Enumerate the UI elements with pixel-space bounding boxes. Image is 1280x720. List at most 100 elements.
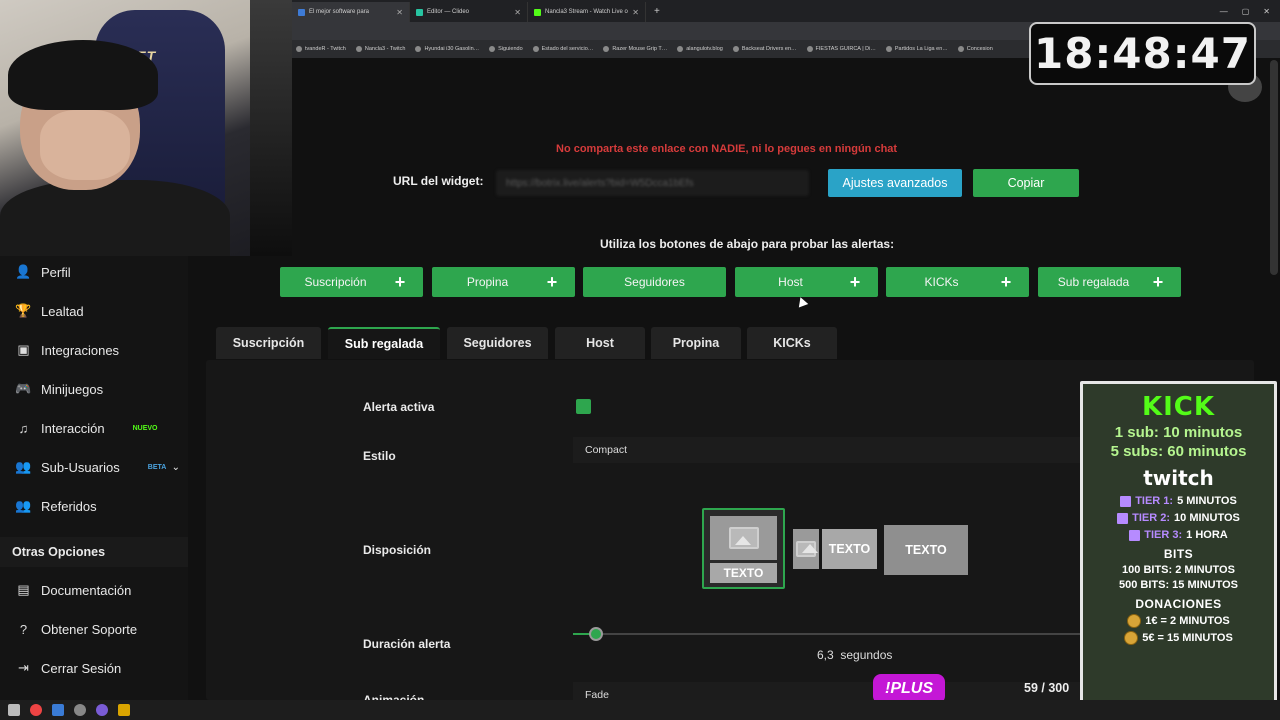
sidebar-item-documentacion[interactable]: ▤ Documentación	[0, 575, 188, 605]
donation-row: 5€ = 15 MINUTOS	[1083, 631, 1274, 645]
tab-gift-sub[interactable]: Sub regalada	[328, 327, 440, 359]
app-icon[interactable]	[118, 704, 130, 716]
tab-kicks[interactable]: KICKs	[747, 327, 837, 359]
test-followers-button[interactable]: Seguidores	[583, 267, 726, 297]
tab-label: El mejor software para	[309, 9, 370, 15]
layout-option-side[interactable]: TEXTO	[793, 529, 877, 569]
button-label: Propina	[466, 275, 509, 289]
shirt	[0, 180, 230, 256]
button-label: Host	[778, 275, 803, 289]
copy-button[interactable]: Copiar	[973, 169, 1079, 197]
bookmark[interactable]: Partidos La Liga en…	[885, 46, 948, 52]
plus-icon: +	[546, 271, 558, 292]
close-icon[interactable]: ✕	[514, 8, 521, 17]
duration-slider-handle[interactable]	[589, 627, 603, 641]
test-gift-sub-button[interactable]: Sub regalada +	[1038, 267, 1181, 297]
donation-row: 1€ = 2 MINUTOS	[1083, 614, 1274, 628]
sidebar-item-cerrar-sesion[interactable]: ⇥ Cerrar Sesión	[0, 653, 188, 683]
tier-name: TIER 3:	[1144, 529, 1183, 541]
tab-tip[interactable]: Propina	[651, 327, 741, 359]
bookmark[interactable]: Siguiendo	[489, 46, 523, 52]
bits-title: BITS	[1163, 547, 1194, 561]
layout-option-stacked[interactable]: TEXTO	[702, 508, 785, 589]
music-icon: ♫	[18, 420, 29, 436]
sidebar-item-soporte[interactable]: ? Obtener Soporte	[0, 614, 188, 644]
tier-value: 5 MINUTOS	[1177, 495, 1237, 507]
browser-tab-1[interactable]: El mejor software para ✕	[292, 2, 410, 22]
sub-counter: 59 / 300	[1024, 681, 1070, 695]
trophy-icon: 🏆	[15, 303, 32, 318]
duration-value: 6,3	[817, 648, 834, 662]
bookmark[interactable]: Estado del servicio…	[532, 46, 593, 52]
sidebar-item-lealtad[interactable]: 🏆 Lealtad	[0, 296, 188, 326]
tier-row: TIER 2: 10 MINUTOS	[1083, 512, 1274, 524]
layout-option-overlay[interactable]: TEXTO	[884, 525, 968, 575]
advanced-settings-button[interactable]: Ajustes avanzados	[828, 169, 962, 197]
tab-subscription[interactable]: Suscripción	[216, 327, 321, 359]
scrollbar[interactable]	[1270, 60, 1278, 275]
browser-tab-2[interactable]: Editor — Clideo ✕	[410, 2, 528, 22]
bookmark[interactable]: FIESTAS GUIRCA | Di…	[806, 46, 876, 52]
warning-text: No comparta este enlace con NADIE, ni lo…	[556, 143, 898, 155]
app-icon[interactable]	[96, 704, 108, 716]
kick-logo: KICK	[1141, 392, 1216, 422]
stream-clock: 18:48:47	[1029, 22, 1256, 85]
new-tab-icon[interactable]: +	[646, 6, 668, 17]
mic-arm	[250, 0, 292, 256]
sidebar-item-referidos[interactable]: 👥 Referidos	[0, 491, 188, 521]
bookmark[interactable]: Hyundai i30 Gasolin…	[415, 46, 479, 52]
window-controls: — ▢ ✕	[1220, 7, 1280, 16]
user-icon: 👤	[15, 264, 32, 279]
duration-slider-track[interactable]	[573, 633, 1083, 635]
bookmark[interactable]: Nancla3 - Twitch	[355, 46, 405, 52]
sidebar-item-perfil[interactable]: 👤 Perfil	[0, 257, 188, 287]
bookmark[interactable]: Backseat Drivers en…	[732, 46, 797, 52]
tab-host[interactable]: Host	[555, 327, 645, 359]
book-icon: ▤	[17, 582, 30, 597]
sidebar-item-integraciones[interactable]: ▣ Integraciones	[0, 335, 188, 365]
image-icon	[710, 516, 777, 560]
bookmark[interactable]: tvandeR - Twitch	[296, 46, 346, 52]
close-icon[interactable]: ✕	[396, 8, 403, 17]
test-subscription-button[interactable]: Suscripción +	[280, 267, 423, 297]
widget-url-field[interactable]: https://botrix.live/alerts?bid=W5Dcca1bE…	[496, 170, 809, 196]
duration-readout: 6,3 segundos	[817, 648, 892, 662]
style-select[interactable]: Compact	[573, 437, 1083, 463]
tier-name: TIER 1:	[1135, 495, 1174, 507]
close-window-icon[interactable]: ✕	[1263, 7, 1270, 16]
browser-tab-3[interactable]: Nancla3 Stream - Watch Live o ✕	[528, 2, 646, 22]
bookmark[interactable]: Razer Mouse Grip T…	[603, 46, 667, 52]
obs-icon[interactable]	[74, 704, 86, 716]
close-icon[interactable]: ✕	[632, 8, 639, 17]
twitch-glitch-icon	[1120, 495, 1132, 507]
test-host-button[interactable]: Host +	[735, 267, 878, 297]
minimize-icon[interactable]: —	[1220, 7, 1228, 16]
sidebar-item-label: Referidos	[41, 498, 97, 514]
layout-text: TEXTO	[710, 563, 777, 583]
test-tip-button[interactable]: Propina +	[432, 267, 575, 297]
alert-active-checkbox[interactable]	[576, 399, 591, 414]
maximize-icon[interactable]: ▢	[1242, 7, 1250, 16]
sidebar-item-label: Sub-Usuarios	[41, 459, 120, 475]
test-kicks-button[interactable]: KICKs +	[886, 267, 1029, 297]
bookmark[interactable]: alangulotv.blog	[677, 46, 723, 52]
group-icon: 👥	[15, 498, 32, 513]
sidebar-item-interaccion[interactable]: ♫ Interacción NUEVO	[0, 413, 188, 443]
twitch-logo: twitch	[1143, 466, 1214, 490]
tier-value: 1 HORA	[1186, 529, 1228, 541]
bits-row: 100 BITS: 2 MINUTOS	[1122, 564, 1235, 576]
steam-icon[interactable]	[52, 704, 64, 716]
beta-badge: BETA	[147, 463, 167, 471]
chevron-down-icon[interactable]: ⌄	[172, 462, 180, 473]
plus-icon: +	[1152, 271, 1164, 292]
sidebar-item-minijuegos[interactable]: 🎮 Minijuegos	[0, 374, 188, 404]
start-icon[interactable]	[8, 704, 20, 716]
sidebar-item-sub-usuarios[interactable]: 👥 Sub-Usuarios BETA ⌄	[0, 452, 188, 482]
chrome-icon[interactable]	[30, 704, 42, 716]
bookmark[interactable]: Concesion	[957, 46, 993, 52]
kick-rule-1: 1 sub: 10 minutos	[1114, 424, 1243, 441]
layout-text: TEXTO	[905, 543, 947, 557]
tab-followers[interactable]: Seguidores	[447, 327, 548, 359]
sidebar-item-label: Obtener Soporte	[41, 621, 138, 637]
sidebar-item-label: Lealtad	[41, 303, 84, 319]
